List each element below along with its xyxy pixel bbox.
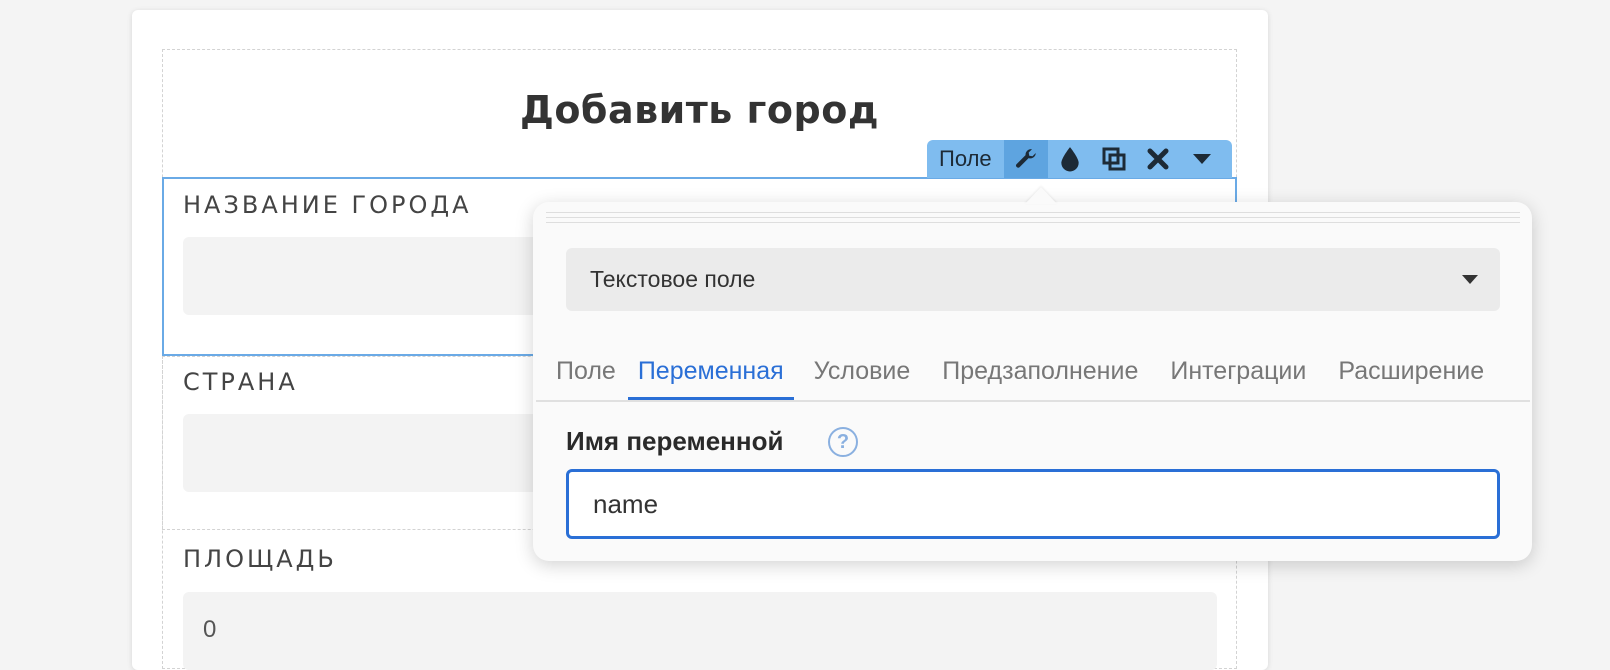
help-icon[interactable]: ? bbox=[828, 427, 858, 457]
field-type-value: Текстовое поле bbox=[590, 266, 756, 292]
copy-icon[interactable] bbox=[1092, 140, 1136, 178]
variable-name-input[interactable] bbox=[566, 469, 1500, 539]
tab-field[interactable]: Поле bbox=[536, 350, 628, 396]
form-title: Добавить город bbox=[519, 88, 880, 132]
wrench-icon[interactable] bbox=[1003, 140, 1048, 178]
tab-prefill[interactable]: Предзаполнение bbox=[922, 350, 1150, 396]
tab-integrations[interactable]: Интеграции bbox=[1150, 350, 1318, 396]
popover-arrow bbox=[1025, 187, 1057, 204]
tab-extension[interactable]: Расширение bbox=[1318, 350, 1496, 396]
close-icon[interactable] bbox=[1136, 140, 1180, 178]
popover-grip-line bbox=[546, 222, 1520, 223]
tab-variable[interactable]: Переменная bbox=[627, 350, 794, 400]
drop-icon[interactable] bbox=[1048, 140, 1092, 178]
settings-tabs: Поле Переменная Условие Предзаполнение И… bbox=[536, 350, 1530, 402]
field-label-city-name: НАЗВАНИЕ ГОРОДА bbox=[183, 191, 472, 219]
field-type-select[interactable]: Текстовое поле bbox=[566, 248, 1500, 311]
field-toolbar: Поле bbox=[927, 140, 1232, 178]
area-input[interactable]: 0 bbox=[183, 592, 1217, 670]
chevron-down-icon bbox=[1462, 275, 1478, 284]
field-label-area: ПЛОЩАДЬ bbox=[183, 545, 337, 573]
chevron-down-icon[interactable] bbox=[1180, 140, 1224, 178]
toolbar-label: Поле bbox=[939, 146, 992, 171]
popover-grip-line bbox=[546, 217, 1520, 218]
field-label-country: СТРАНА bbox=[183, 368, 298, 396]
popover-grip-line bbox=[546, 212, 1520, 213]
variable-name-label: Имя переменной bbox=[566, 426, 784, 456]
tab-condition[interactable]: Условие bbox=[794, 350, 923, 396]
